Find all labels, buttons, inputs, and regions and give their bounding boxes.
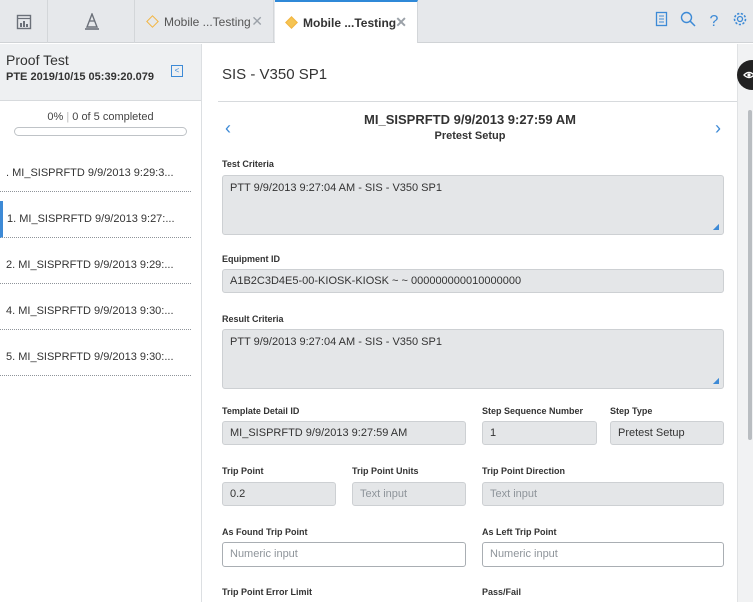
dashboard-icon bbox=[16, 14, 31, 29]
settings-button[interactable] bbox=[727, 11, 753, 32]
close-icon[interactable]: ✕ bbox=[395, 14, 407, 31]
tab-mobile-testing-2[interactable]: Mobile ...Testing ✕ bbox=[275, 0, 418, 43]
list-item-label: 1. MI_SISPRFTD 9/9/2013 9:27:... bbox=[7, 213, 175, 225]
trip-point-direction-label: Trip Point Direction bbox=[482, 466, 566, 476]
equipment-id-field: A1B2C3D4E5-00-KIOSK-KIOSK ~ ~ 0000000000… bbox=[222, 269, 724, 293]
list-item[interactable]: 2. MI_SISPRFTD 9/9/2013 9:29:... bbox=[0, 247, 191, 284]
result-criteria-field: PTT 9/9/2013 9:27:04 AM - SIS - V350 SP1… bbox=[222, 329, 724, 389]
pass-fail-label: Pass/Fail bbox=[482, 587, 522, 597]
next-step-button[interactable]: › bbox=[715, 118, 721, 139]
step-list: . MI_SISPRFTD 9/9/2013 9:29:3... 1. MI_S… bbox=[0, 155, 201, 376]
test-criteria-value: PTT 9/9/2013 9:27:04 AM - SIS - V350 SP1 bbox=[230, 182, 442, 194]
tab-label: Mobile ...Testing bbox=[164, 14, 251, 29]
progress-label: 0% | 0 of 5 completed bbox=[47, 111, 154, 123]
search-icon bbox=[680, 11, 696, 27]
step-sequence-number-field: 1 bbox=[482, 421, 597, 445]
step-type-label: Step Type bbox=[610, 406, 653, 416]
list-item[interactable]: . MI_SISPRFTD 9/9/2013 9:29:3... bbox=[0, 155, 191, 192]
progress-percent: 0% bbox=[47, 111, 64, 123]
top-tab-bar: Mobile ...Testing ✕ Mobile ...Testing ✕ … bbox=[0, 0, 753, 43]
trip-point-units-label: Trip Point Units bbox=[352, 466, 419, 476]
list-item[interactable]: 4. MI_SISPRFTD 9/9/2013 9:30:... bbox=[0, 293, 191, 330]
notes-icon bbox=[655, 11, 668, 27]
panel-header: Proof Test PTE 2019/10/15 05:39:20.079 < bbox=[0, 44, 201, 101]
main-content: SIS - V350 SP1 ‹ MI_SISPRFTD 9/9/2013 9:… bbox=[203, 44, 737, 602]
step-type-field: Pretest Setup bbox=[610, 421, 724, 445]
result-criteria-label: Result Criteria bbox=[222, 314, 284, 324]
resize-icon: ◢ bbox=[712, 376, 719, 385]
chevron-left-icon: < bbox=[174, 66, 180, 75]
dashboard-button[interactable] bbox=[0, 0, 48, 43]
trip-point-field: 0.2 bbox=[222, 482, 336, 506]
trip-point-label: Trip Point bbox=[222, 466, 264, 476]
notes-button[interactable] bbox=[649, 11, 675, 32]
test-criteria-field: PTT 9/9/2013 9:27:04 AM - SIS - V350 SP1… bbox=[222, 175, 724, 235]
tab-mobile-testing-1[interactable]: Mobile ...Testing ✕ bbox=[136, 0, 274, 43]
test-criteria-label: Test Criteria bbox=[222, 159, 274, 169]
gear-icon bbox=[733, 12, 747, 26]
result-criteria-value: PTT 9/9/2013 9:27:04 AM - SIS - V350 SP1 bbox=[230, 336, 442, 348]
list-item-label: . MI_SISPRFTD 9/9/2013 9:29:3... bbox=[6, 167, 174, 179]
list-item-label: 5. MI_SISPRFTD 9/9/2013 9:30:... bbox=[6, 351, 174, 363]
as-left-trip-point-input[interactable]: Numeric input bbox=[482, 542, 724, 567]
proof-test-panel: Proof Test PTE 2019/10/15 05:39:20.079 <… bbox=[0, 44, 202, 602]
page-title: SIS - V350 SP1 bbox=[222, 66, 328, 83]
as-left-trip-point-label: As Left Trip Point bbox=[482, 527, 557, 537]
chevron-right-icon: › bbox=[715, 118, 721, 138]
progress-bar bbox=[14, 127, 187, 136]
step-title: MI_SISPRFTD 9/9/2013 9:27:59 AM bbox=[364, 112, 576, 127]
collapse-panel-button[interactable]: < bbox=[171, 65, 183, 77]
equipment-id-label: Equipment ID bbox=[222, 254, 280, 264]
record-icon bbox=[146, 15, 159, 28]
scrollbar-thumb[interactable] bbox=[748, 110, 752, 440]
step-sequence-number-label: Step Sequence Number bbox=[482, 406, 584, 416]
template-detail-id-label: Template Detail ID bbox=[222, 406, 300, 416]
help-button[interactable]: ? bbox=[701, 13, 727, 31]
toolbar-right: ? bbox=[649, 0, 753, 43]
chevron-left-icon: ‹ bbox=[225, 118, 231, 138]
list-item-active[interactable]: 1. MI_SISPRFTD 9/9/2013 9:27:... bbox=[0, 201, 191, 238]
trip-point-direction-field: Text input bbox=[482, 482, 724, 506]
record-icon bbox=[285, 16, 298, 29]
previous-step-button[interactable]: ‹ bbox=[225, 118, 231, 139]
divider bbox=[218, 101, 737, 102]
safety-button[interactable] bbox=[49, 0, 135, 43]
eye-icon bbox=[743, 71, 753, 79]
template-detail-id-field: MI_SISPRFTD 9/9/2013 9:27:59 AM bbox=[222, 421, 466, 445]
list-item-label: 4. MI_SISPRFTD 9/9/2013 9:30:... bbox=[6, 305, 174, 317]
progress-count: 0 of 5 completed bbox=[72, 111, 154, 123]
cone-icon bbox=[84, 12, 99, 30]
as-found-trip-point-input[interactable]: Numeric input bbox=[222, 542, 466, 567]
resize-icon: ◢ bbox=[712, 222, 719, 231]
tab-label: Mobile ...Testing bbox=[303, 15, 397, 30]
as-found-trip-point-label: As Found Trip Point bbox=[222, 527, 308, 537]
list-item[interactable]: 5. MI_SISPRFTD 9/9/2013 9:30:... bbox=[0, 339, 191, 376]
trip-point-error-limit-label: Trip Point Error Limit bbox=[222, 587, 313, 597]
trip-point-units-field: Text input bbox=[352, 482, 466, 506]
help-icon: ? bbox=[709, 12, 719, 30]
search-button[interactable] bbox=[675, 11, 701, 32]
step-subtitle: Pretest Setup bbox=[434, 130, 506, 142]
close-icon[interactable]: ✕ bbox=[251, 13, 263, 30]
list-item-label: 2. MI_SISPRFTD 9/9/2013 9:29:... bbox=[6, 259, 174, 271]
